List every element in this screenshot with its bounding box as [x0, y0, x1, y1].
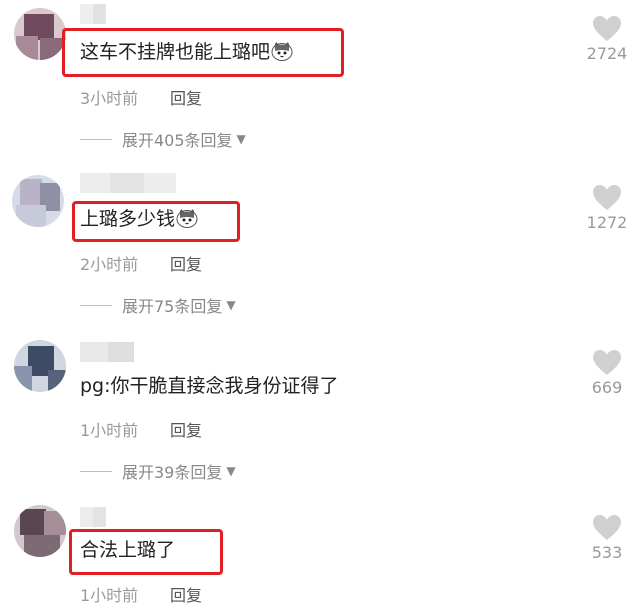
comment-text: 上璐多少钱 [80, 207, 198, 231]
like-button[interactable]: 533 [577, 515, 637, 562]
username[interactable] [80, 4, 106, 24]
comment-text: pg:你干脆直接念我身份证得了 [80, 374, 339, 398]
expand-replies-label: 展开405条回复 [122, 131, 233, 150]
comment-item: 这车不挂牌也能上璐吧 3小时前 回复 展开405条回复 ▼ 2724 [0, 0, 641, 160]
comment-text: 这车不挂牌也能上璐吧 [80, 40, 293, 64]
divider-line [80, 304, 112, 306]
comment-time: 1小时前 [80, 421, 139, 440]
expand-replies-button[interactable]: 展开75条回复 ▼ [80, 293, 236, 317]
expand-replies-button[interactable]: 展开39条回复 ▼ [80, 459, 236, 483]
comment-text-content: pg:你干脆直接念我身份证得了 [80, 375, 339, 397]
reply-button[interactable]: 回复 [170, 85, 202, 109]
expand-replies-label: 展开75条回复 [122, 297, 223, 316]
caret-down-icon: ▼ [226, 464, 236, 478]
like-count: 2724 [586, 44, 628, 63]
caret-down-icon: ▼ [226, 298, 236, 312]
comment-text-content: 这车不挂牌也能上璐吧 [80, 41, 271, 63]
reply-button[interactable]: 回复 [170, 582, 202, 606]
avatar[interactable] [14, 340, 66, 392]
divider-line [80, 470, 112, 472]
cat-face-emoji-icon [176, 208, 198, 228]
expand-replies-button[interactable]: 展开405条回复 ▼ [80, 127, 246, 151]
comment-item: 上璐多少钱 2小时前 回复 展开75条回复 ▼ 1272 [0, 165, 641, 325]
like-count: 1272 [586, 213, 628, 232]
avatar[interactable] [14, 8, 66, 60]
caret-down-icon: ▼ [236, 132, 246, 146]
avatar[interactable] [14, 505, 66, 557]
avatar[interactable] [12, 175, 64, 227]
comment-time: 3小时前 [80, 89, 139, 108]
username[interactable] [80, 342, 134, 362]
username[interactable] [80, 507, 106, 527]
username[interactable] [80, 173, 176, 193]
like-count: 533 [591, 543, 623, 562]
heart-icon [593, 350, 621, 375]
like-button[interactable]: 2724 [577, 16, 637, 63]
heart-icon [593, 185, 621, 210]
like-button[interactable]: 1272 [577, 185, 637, 232]
comment-text-content: 合法上璐了 [80, 539, 176, 561]
heart-icon [593, 16, 621, 41]
expand-replies-label: 展开39条回复 [122, 463, 223, 482]
reply-button[interactable]: 回复 [170, 251, 202, 275]
reply-button[interactable]: 回复 [170, 417, 202, 441]
heart-icon [593, 515, 621, 540]
comment-text-content: 上璐多少钱 [80, 208, 176, 230]
cat-face-emoji-icon [271, 41, 293, 61]
like-count: 669 [591, 378, 623, 397]
comment-time: 1小时前 [80, 586, 139, 605]
comment-item: pg:你干脆直接念我身份证得了 1小时前 回复 展开39条回复 ▼ 669 [0, 330, 641, 490]
comment-text: 合法上璐了 [80, 538, 175, 562]
divider-line [80, 138, 112, 140]
comment-time: 2小时前 [80, 255, 139, 274]
like-button[interactable]: 669 [577, 350, 637, 397]
comment-item: 合法上璐了 1小时前 回复 533 [0, 495, 641, 611]
